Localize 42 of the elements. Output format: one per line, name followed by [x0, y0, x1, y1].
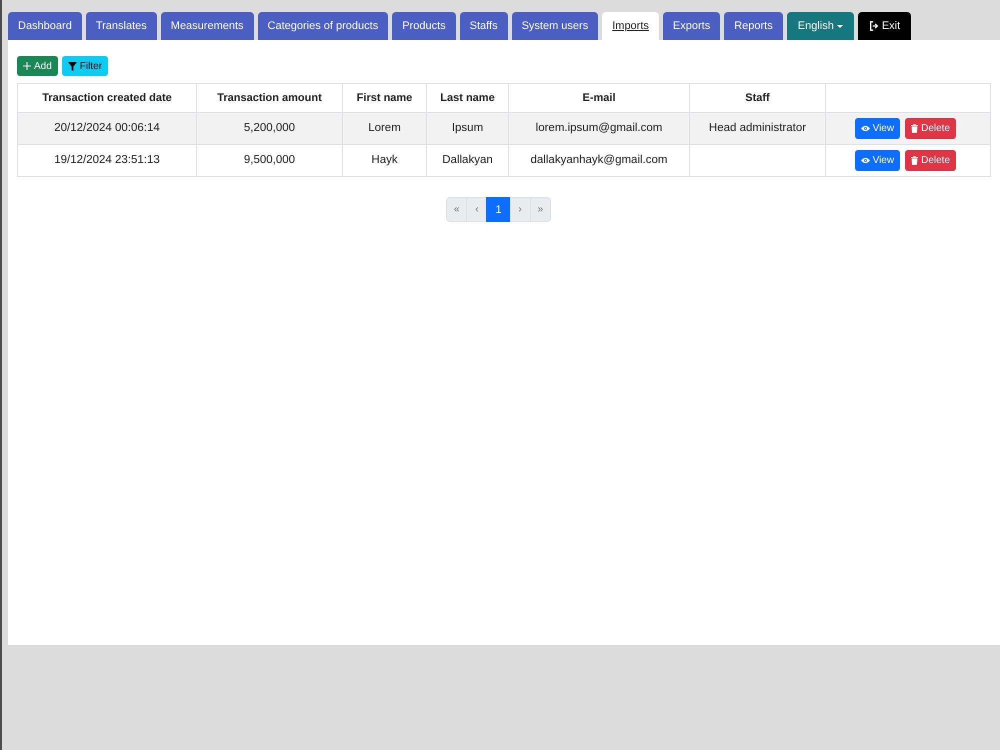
eye-icon	[860, 157, 870, 164]
exit-icon	[868, 21, 879, 31]
caret-icon	[836, 24, 843, 28]
nav-tab[interactable]: Measurements	[160, 12, 254, 40]
table-cell: Ipsum	[452, 122, 484, 134]
view-button[interactable]: View	[854, 118, 900, 139]
delete-button[interactable]: Delete	[905, 118, 956, 139]
nav-tab[interactable]: Imports	[602, 12, 659, 40]
nav-tab[interactable]: Staffs	[460, 12, 508, 40]
nav-tab[interactable]: System users	[512, 12, 598, 40]
column-header: Staff	[690, 84, 826, 112]
table-cell: 20/12/2024 00:06:14	[54, 122, 160, 134]
table-cell: Lorem	[368, 122, 401, 134]
nav-tab[interactable]: Translates	[86, 12, 157, 40]
delete-button[interactable]: Delete	[905, 150, 956, 171]
trash-icon	[911, 124, 918, 133]
exit-button[interactable]: Exit	[858, 12, 912, 40]
filter-button[interactable]: Filter	[62, 56, 108, 76]
language-dropdown[interactable]: English	[786, 12, 854, 40]
table-cell: 5,200,000	[244, 122, 296, 134]
column-header: Transaction amount	[196, 84, 342, 112]
add-button[interactable]: Add	[17, 56, 58, 76]
column-header: E-mail	[508, 84, 690, 112]
table-cell: lorem.ipsum@gmail.com	[536, 122, 662, 134]
funnel-icon	[68, 62, 77, 70]
plus-icon	[23, 62, 31, 70]
nav-tab[interactable]: Reports	[724, 12, 783, 40]
view-button[interactable]: View	[854, 150, 900, 171]
table-cell: Hayk	[371, 154, 398, 166]
page-link[interactable]: 1	[486, 197, 511, 222]
table-cell: Head administrator	[708, 122, 806, 134]
nav-tab[interactable]: Products	[392, 12, 456, 40]
nav-tab[interactable]: Exports	[662, 12, 720, 40]
table-cell: Dallakyan	[442, 154, 493, 166]
nav-tab[interactable]: Categories of products	[258, 12, 388, 40]
column-header: Transaction created date	[18, 84, 196, 112]
trash-icon	[911, 156, 918, 165]
nav-tab[interactable]: Dashboard	[8, 12, 82, 40]
table-cell: 19/12/2024 23:51:13	[54, 154, 160, 166]
eye-icon	[860, 125, 870, 132]
table-cell: dallakyanhayk@gmail.com	[530, 154, 668, 166]
table-cell: 9,500,000	[244, 154, 296, 166]
